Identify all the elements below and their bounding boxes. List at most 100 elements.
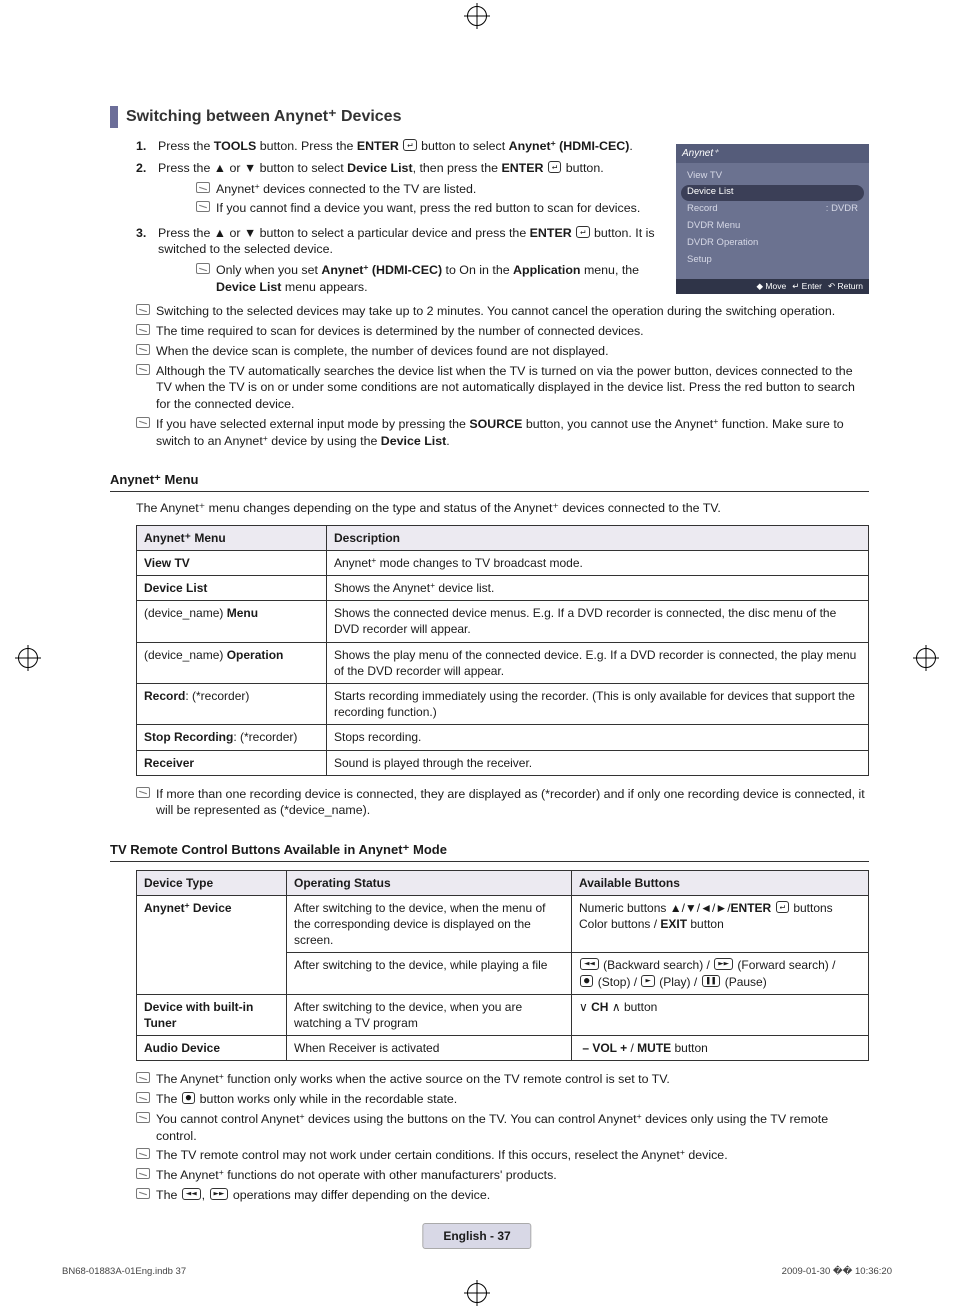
note-icon bbox=[136, 1148, 150, 1159]
note-item: When the device scan is complete, the nu… bbox=[136, 343, 869, 360]
table-header: Operating Status bbox=[287, 870, 572, 895]
note-item: The TV remote control may not work under… bbox=[136, 1147, 869, 1164]
menu-note-list: If more than one recording device is con… bbox=[136, 786, 869, 819]
note-icon bbox=[136, 1092, 150, 1103]
table-cell: Starts recording immediately using the r… bbox=[327, 683, 869, 724]
table-header: Available Buttons bbox=[572, 870, 869, 895]
note-item: The Anynet+ functions do not operate wit… bbox=[136, 1167, 869, 1184]
subheading-anynet-menu: Anynet⁺ Menu bbox=[110, 471, 869, 492]
osd-foot-key: ↶ Return bbox=[828, 281, 863, 291]
step-number: 1. bbox=[136, 138, 146, 155]
note-item: The ◄◄, ►► operations may differ dependi… bbox=[136, 1187, 869, 1204]
section-heading: Switching between Anynet⁺ Devices bbox=[110, 106, 869, 128]
step-number: 3. bbox=[136, 225, 146, 242]
osd-foot-key: ◆ Move bbox=[757, 281, 787, 291]
table-cell: Anynet+ mode changes to TV broadcast mod… bbox=[327, 550, 869, 575]
note-item: Switching to the selected devices may ta… bbox=[136, 303, 869, 320]
table-row: Anynet+ DeviceAfter switching to the dev… bbox=[137, 895, 869, 953]
footer-timestamp: 2009-01-30 �� 10:36:20 bbox=[782, 1266, 892, 1279]
table-cell: (device_name) Operation bbox=[137, 642, 327, 683]
note-icon bbox=[136, 417, 150, 428]
table-cell: After switching to the device, when the … bbox=[287, 895, 572, 953]
bottom-notes-list: The Anynet+ function only works when the… bbox=[136, 1071, 869, 1203]
osd-row: View TV bbox=[681, 168, 864, 184]
table-cell: Stop Recording: (*recorder) bbox=[137, 725, 327, 750]
table-cell: Stops recording. bbox=[327, 725, 869, 750]
table-row: (device_name) OperationShows the play me… bbox=[137, 642, 869, 683]
step-subnotes: Anynet+ devices connected to the TV are … bbox=[196, 181, 666, 216]
table-cell: Receiver bbox=[137, 750, 327, 775]
table-row: Stop Recording: (*recorder)Stops recordi… bbox=[137, 725, 869, 750]
menu-note-text: If more than one recording device is con… bbox=[156, 787, 865, 818]
note-icon bbox=[136, 787, 150, 798]
osd-row: DVDR Operation bbox=[681, 235, 864, 251]
osd-row: DVDR Menu bbox=[681, 219, 864, 235]
table-header: Anynet⁺ Menu bbox=[137, 525, 327, 550]
note-item: Although the TV automatically searches t… bbox=[136, 363, 869, 413]
registration-mark-right bbox=[916, 648, 936, 668]
remote-buttons-table: Device TypeOperating StatusAvailable But… bbox=[136, 870, 869, 1062]
note-icon bbox=[136, 1188, 150, 1199]
note-item: Only when you set Anynet+ (HDMI-CEC) to … bbox=[196, 262, 666, 295]
table-cell: Sound is played through the receiver. bbox=[327, 750, 869, 775]
page-language-number: English - 37 bbox=[422, 1223, 531, 1249]
note-item: If you cannot find a device you want, pr… bbox=[196, 200, 666, 217]
table-cell: Audio Device bbox=[137, 1036, 287, 1061]
step-item: 3.Press the ▲ or ▼ button to select a pa… bbox=[136, 225, 666, 296]
table-cell: ◄◄ (Backward search) / ►► (Forward searc… bbox=[572, 953, 869, 994]
step-item: 2.Press the ▲ or ▼ button to select Devi… bbox=[136, 160, 666, 216]
osd-screenshot: Anynet⁺ View TVDevice ListRecord: DVDRDV… bbox=[676, 144, 869, 295]
step-subnotes: Only when you set Anynet+ (HDMI-CEC) to … bbox=[196, 262, 666, 295]
table-cell: After switching to the device, while pla… bbox=[287, 953, 572, 994]
table-header: Device Type bbox=[137, 870, 287, 895]
table-cell: When Receiver is activated bbox=[287, 1036, 572, 1061]
note-item: The time required to scan for devices is… bbox=[136, 323, 869, 340]
table-cell: Numeric buttons ▲/▼/◄/►/ENTER ↵ buttonsC… bbox=[572, 895, 869, 953]
osd-body: View TVDevice ListRecord: DVDRDVDR MenuD… bbox=[676, 163, 869, 279]
osd-title: Anynet⁺ bbox=[676, 144, 869, 164]
note-icon bbox=[136, 1168, 150, 1179]
content-area: Switching between Anynet⁺ Devices Anynet… bbox=[110, 106, 869, 1204]
table-row: ReceiverSound is played through the rece… bbox=[137, 750, 869, 775]
table-cell: Shows the connected device menus. E.g. I… bbox=[327, 601, 869, 642]
steps-list: 1.Press the TOOLS button. Press the ENTE… bbox=[136, 138, 666, 296]
table-cell: Anynet+ Device bbox=[137, 895, 287, 994]
note-item: You cannot control Anynet+ devices using… bbox=[136, 1111, 869, 1144]
table-cell: After switching to the device, when you … bbox=[287, 994, 572, 1035]
note-icon bbox=[136, 304, 150, 315]
note-item: The Anynet+ function only works when the… bbox=[136, 1071, 869, 1088]
table-cell: ∨ CH ∧ button bbox=[572, 994, 869, 1035]
menu-intro-text: The Anynet⁺ menu changes depending on th… bbox=[136, 500, 869, 517]
note-item: Anynet+ devices connected to the TV are … bbox=[196, 181, 666, 198]
note-icon bbox=[136, 1072, 150, 1083]
manual-page: Switching between Anynet⁺ Devices Anynet… bbox=[0, 0, 954, 1315]
table-row: Device with built-in TunerAfter switchin… bbox=[137, 994, 869, 1035]
note-item: If you have selected external input mode… bbox=[136, 416, 869, 449]
table-row: Record: (*recorder)Starts recording imme… bbox=[137, 683, 869, 724]
table-cell: Shows the play menu of the connected dev… bbox=[327, 642, 869, 683]
table-row: (device_name) MenuShows the connected de… bbox=[137, 601, 869, 642]
note-icon bbox=[136, 364, 150, 375]
table-cell: View TV bbox=[137, 550, 327, 575]
registration-mark-bottom bbox=[467, 1283, 487, 1303]
osd-row: Setup bbox=[681, 252, 864, 268]
table-row: Device ListShows the Anynet+ device list… bbox=[137, 576, 869, 601]
registration-mark-top bbox=[467, 6, 487, 26]
subheading-remote-buttons: TV Remote Control Buttons Available in A… bbox=[110, 841, 869, 862]
note-icon bbox=[136, 1112, 150, 1123]
table-cell: – VOL + / MUTE button bbox=[572, 1036, 869, 1061]
table-cell: Device with built-in Tuner bbox=[137, 994, 287, 1035]
osd-row: Device List bbox=[681, 185, 864, 201]
osd-footer: ◆ Move ↵ Enter ↶ Return bbox=[676, 279, 869, 294]
menu-note-item: If more than one recording device is con… bbox=[136, 786, 869, 819]
anynet-menu-table: Anynet⁺ MenuDescriptionView TVAnynet+ mo… bbox=[136, 525, 869, 776]
table-row: Audio DeviceWhen Receiver is activated –… bbox=[137, 1036, 869, 1061]
osd-foot-key: ↵ Enter bbox=[792, 281, 822, 291]
note-icon bbox=[136, 344, 150, 355]
step-item: 1.Press the TOOLS button. Press the ENTE… bbox=[136, 138, 666, 155]
registration-mark-left bbox=[18, 648, 38, 668]
table-header: Description bbox=[327, 525, 869, 550]
step-number: 2. bbox=[136, 160, 146, 177]
table-cell: (device_name) Menu bbox=[137, 601, 327, 642]
note-icon bbox=[196, 263, 210, 274]
